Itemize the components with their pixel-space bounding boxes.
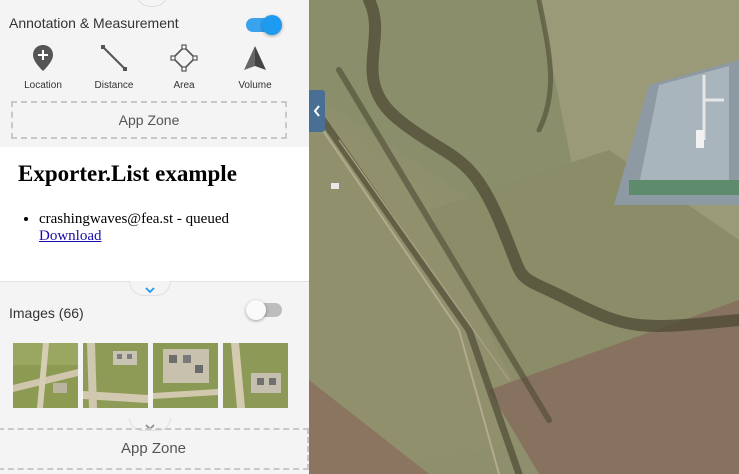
annotation-toggle[interactable] [246, 15, 282, 35]
exporter-heading: Exporter.List example [18, 161, 237, 186]
app-zone-top: App Zone [11, 101, 287, 139]
tool-location[interactable]: Location [13, 44, 73, 91]
download-link[interactable]: Download [39, 228, 102, 244]
exporter-item-text: crashingwaves@fea.st - queued [39, 211, 229, 227]
expand-tab-middle[interactable] [129, 281, 171, 296]
sidebar-collapse-handle[interactable] [309, 90, 325, 132]
exporter-list: crashingwaves@fea.st - queued Download [18, 211, 229, 245]
image-thumbnail[interactable] [83, 343, 148, 408]
location-pin-icon [33, 45, 53, 71]
tool-distance-label: Distance [94, 80, 134, 91]
images-section-title: Images (66) [9, 305, 84, 321]
tool-distance[interactable]: Distance [84, 44, 144, 91]
collapse-tab-top[interactable] [135, 0, 169, 7]
tool-area-label: Area [173, 80, 195, 91]
app-zone-bottom: App Zone [0, 428, 309, 470]
area-polygon-icon [170, 44, 198, 72]
app-zone-top-label: App Zone [118, 112, 180, 128]
tool-location-label: Location [24, 80, 62, 91]
exporter-list-item: crashingwaves@fea.st - queued Download [39, 211, 229, 245]
image-thumbnail[interactable] [153, 343, 218, 408]
volume-pyramid-icon [244, 46, 266, 70]
tool-volume[interactable]: Volume [225, 44, 285, 91]
distance-ruler-icon [101, 45, 127, 71]
images-toggle[interactable] [246, 300, 282, 320]
image-thumbnail[interactable] [13, 343, 78, 408]
image-thumbnail[interactable] [223, 343, 288, 408]
aerial-imagery [309, 0, 739, 474]
sidebar-panel: Annotation & Measurement Location Distan… [0, 0, 309, 474]
aerial-map-view[interactable] [309, 0, 739, 474]
chevron-down-icon [145, 287, 155, 294]
exporter-list-panel: Exporter.List example crashingwaves@fea.… [0, 147, 309, 281]
app-zone-bottom-label: App Zone [120, 440, 187, 457]
annotation-section-title: Annotation & Measurement [9, 15, 179, 31]
tool-volume-label: Volume [238, 80, 272, 91]
chevron-left-icon [313, 105, 320, 117]
tool-area[interactable]: Area [154, 44, 214, 91]
